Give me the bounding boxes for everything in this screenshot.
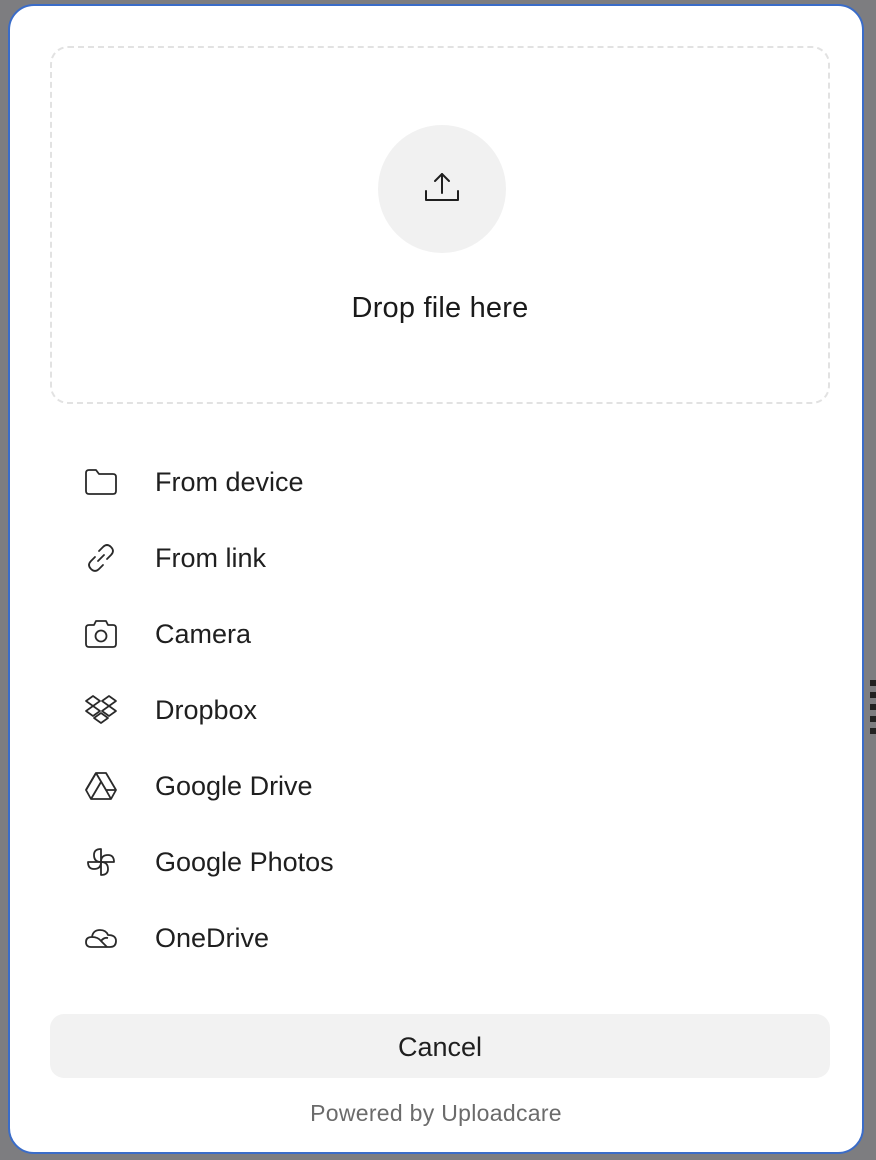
link-icon: [84, 541, 118, 575]
source-item-from-device[interactable]: From device: [50, 444, 830, 520]
source-label: Google Photos: [155, 847, 334, 877]
source-label: From link: [155, 543, 267, 573]
drop-file-title: Drop file here: [351, 292, 529, 324]
file-uploader-modal: Drop file here From device From link Cam…: [8, 4, 864, 1154]
powered-by-uploadcare: Powered by Uploadcare: [310, 1100, 562, 1126]
source-list: From device From link Camera Dropbox Goo…: [50, 444, 830, 976]
camera-icon: [84, 617, 118, 651]
source-label: Google Drive: [155, 771, 313, 801]
source-item-camera[interactable]: Camera: [50, 596, 830, 672]
source-item-dropbox[interactable]: Dropbox: [50, 672, 830, 748]
source-label: Camera: [155, 619, 252, 649]
upload-icon: [423, 168, 461, 211]
source-item-google-drive[interactable]: Google Drive: [50, 748, 830, 824]
source-item-google-photos[interactable]: Google Photos: [50, 824, 830, 900]
source-item-onedrive[interactable]: OneDrive: [50, 900, 830, 976]
google-drive-icon: [84, 769, 118, 803]
source-label: OneDrive: [155, 923, 270, 953]
onedrive-icon: [84, 921, 118, 955]
folder-icon: [84, 465, 118, 499]
google-photos-icon: [84, 845, 118, 879]
source-item-from-link[interactable]: From link: [50, 520, 830, 596]
source-label: Dropbox: [155, 695, 258, 725]
source-label: From device: [155, 467, 304, 497]
drop-zone[interactable]: Drop file here: [50, 46, 830, 404]
cancel-button[interactable]: Cancel: [50, 1014, 830, 1078]
background-page-fragment: [870, 680, 876, 736]
dropbox-icon: [84, 693, 118, 727]
upload-icon-circle: [378, 125, 506, 253]
